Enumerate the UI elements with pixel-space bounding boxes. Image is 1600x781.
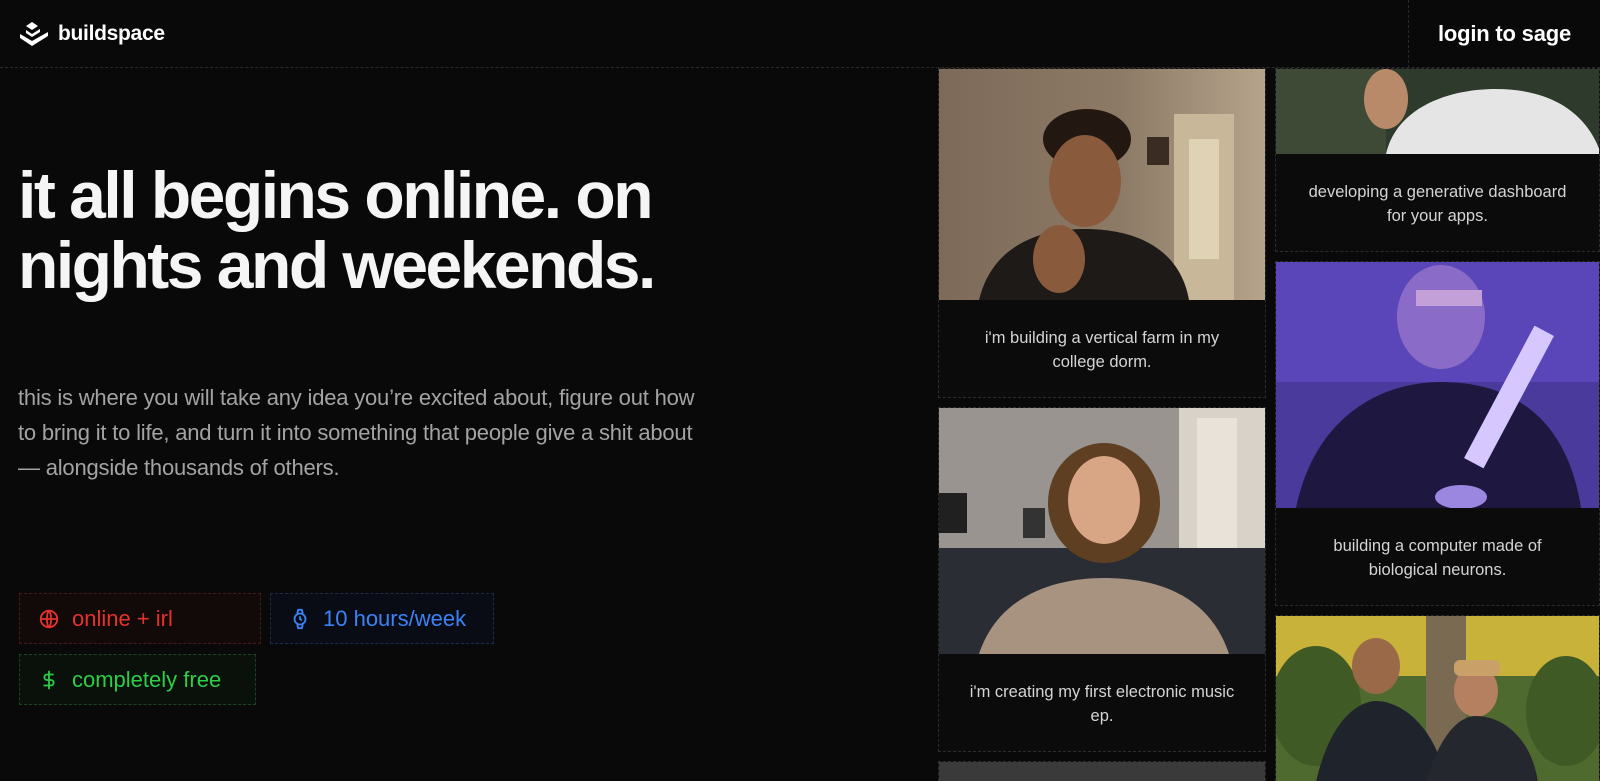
project-card[interactable]: i'm building a vertical farm in my colle… [938,68,1266,398]
brand-name: buildspace [58,22,165,45]
project-card [938,761,1266,781]
project-caption: building a computer made of biological n… [1333,536,1542,579]
dollar-icon [43,670,55,689]
login-button[interactable]: login to sage [1408,0,1600,68]
badge-free: completely free [19,654,256,705]
globe-icon [39,608,59,629]
creator-video-thumbnail [1276,616,1599,781]
project-card[interactable] [1275,615,1600,781]
badge-label: online + irl [72,605,173,631]
hero-subtext: this is where you will take any idea you… [18,385,695,480]
creator-video-thumbnail [1276,69,1599,154]
creator-video-thumbnail [939,762,1265,781]
top-nav-bar: buildspace login to sage [0,0,1600,68]
badge-online-irl: online + irl [19,593,261,644]
badge-label: completely free [72,666,222,692]
hero-headline: it all begins online. on nights and week… [18,158,656,302]
project-card[interactable]: developing a generative dashboard for yo… [1275,68,1600,252]
creator-video-thumbnail [939,408,1265,654]
project-card[interactable]: i'm creating my first electronic music e… [938,407,1266,752]
project-caption: developing a generative dashboard for yo… [1308,182,1567,225]
creator-video-thumbnail [939,69,1265,300]
badge-hours: 10 hours/week [270,593,494,644]
project-caption: i'm creating my first electronic music e… [969,682,1235,725]
watch-icon [293,608,307,629]
creator-video-thumbnail [1276,262,1599,508]
project-card[interactable]: building a computer made of biological n… [1275,261,1600,606]
buildspace-logo-icon [20,22,48,46]
brand-logo[interactable]: buildspace [18,20,165,48]
project-caption: i'm building a vertical farm in my colle… [984,328,1220,371]
badge-label: 10 hours/week [323,605,467,631]
